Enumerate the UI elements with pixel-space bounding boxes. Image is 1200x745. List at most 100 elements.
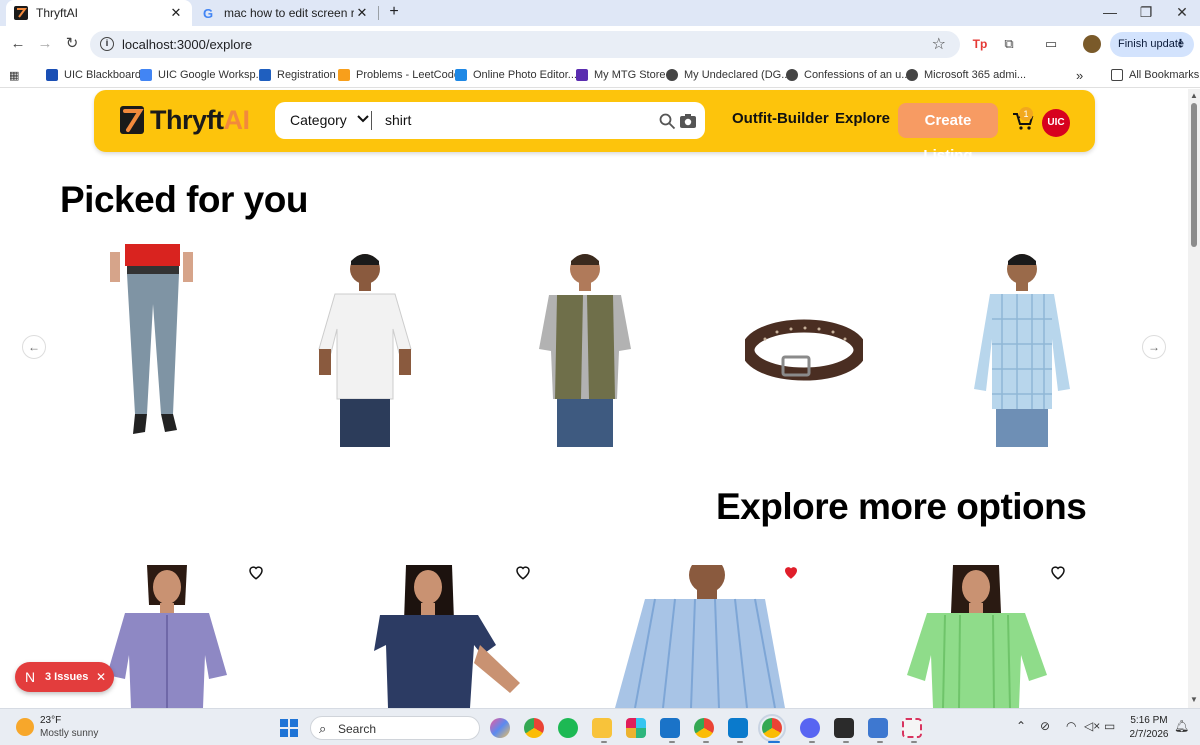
tab-thryftai[interactable]: ThryftAI ✕: [6, 0, 192, 26]
new-tab-button[interactable]: +: [384, 2, 404, 24]
tab-google-search[interactable]: G mac how to edit screen recordi ✕: [194, 0, 378, 26]
tray-overflow-icon[interactable]: ⌃: [1016, 719, 1026, 733]
nav-explore[interactable]: Explore: [835, 110, 890, 127]
carousel-next-button[interactable]: →: [1142, 335, 1166, 359]
tab-title: ThryftAI: [36, 6, 79, 20]
globe-icon: [786, 69, 798, 81]
explore-item-green-striped-shirt[interactable]: [905, 565, 1050, 708]
heart-filled-icon[interactable]: [782, 563, 800, 581]
explore-item-blue-striped-shirt[interactable]: [615, 565, 785, 708]
picked-for-you-heading: Picked for you: [60, 179, 308, 220]
camera-icon[interactable]: [679, 112, 697, 130]
search-icon[interactable]: [658, 112, 676, 130]
bookmark-my-undeclared[interactable]: My Undeclared (DG...: [666, 67, 790, 83]
site-header: ThryftAI Category shirt Outfit-Builder E…: [94, 90, 1095, 164]
weather-sun-icon[interactable]: [16, 718, 34, 736]
search-input[interactable]: shirt: [385, 112, 411, 128]
battery-icon[interactable]: ▭: [1104, 719, 1115, 733]
heart-icon[interactable]: [1049, 563, 1067, 581]
all-bookmarks-button[interactable]: All Bookmarks: [1111, 67, 1199, 83]
bookmark-microsoft-365[interactable]: Microsoft 365 admi...: [906, 67, 1026, 83]
bookmark-photo-editor[interactable]: Online Photo Editor...: [455, 67, 577, 83]
picked-item-white-shirt[interactable]: [315, 249, 415, 447]
bookmarks-bar: ▦ UIC Blackboard UIC Google Worksp... Re…: [0, 62, 1200, 88]
reading-list-icon[interactable]: ▭: [1042, 35, 1060, 53]
forward-icon[interactable]: →: [35, 34, 55, 54]
taskbar-search-box[interactable]: ⌕ Search: [310, 716, 480, 740]
chrome-active-icon[interactable]: [758, 714, 786, 742]
explore-item-lavender-blouse[interactable]: [105, 565, 230, 708]
bookmark-mtg-store[interactable]: My MTG Store: [576, 67, 666, 83]
close-window-icon[interactable]: ✕: [1164, 0, 1200, 26]
spotify-icon[interactable]: [558, 718, 578, 738]
page-scrollbar[interactable]: ▲ ▼: [1188, 89, 1200, 708]
browser-menu-icon[interactable]: ⋮: [1175, 32, 1186, 57]
picked-item-olive-vest[interactable]: [535, 249, 635, 447]
copilot-icon[interactable]: [490, 718, 510, 738]
picked-item-plaid-shirt[interactable]: [972, 249, 1072, 447]
address-bar[interactable]: i localhost:3000/explore ☆: [90, 31, 960, 58]
bookmark-uic-blackboard[interactable]: UIC Blackboard: [46, 67, 141, 83]
extensions-puzzle-icon[interactable]: ⧉: [1000, 35, 1018, 53]
extension-tp-icon[interactable]: Tp: [971, 35, 989, 53]
heart-icon[interactable]: [247, 563, 265, 581]
bookmark-confessions[interactable]: Confessions of an u...: [786, 67, 910, 83]
reload-icon[interactable]: ↻: [62, 34, 82, 54]
terminal-icon[interactable]: [834, 718, 854, 738]
user-avatar[interactable]: UIC: [1042, 109, 1070, 137]
bookmark-star-icon[interactable]: ☆: [932, 34, 946, 54]
nav-outfit-builder[interactable]: Outfit-Builder: [732, 110, 829, 127]
weather-description[interactable]: Mostly sunny: [40, 728, 98, 739]
minimize-window-icon[interactable]: —: [1092, 0, 1128, 26]
profile-avatar-icon[interactable]: [1083, 35, 1101, 53]
volume-muted-icon[interactable]: ◁×: [1084, 719, 1100, 733]
dev-issues-badge[interactable]: N 3 Issues ✕: [15, 662, 114, 692]
scrollbar-thumb[interactable]: [1191, 103, 1197, 247]
windows-start-icon[interactable]: [280, 719, 298, 737]
carousel-prev-button[interactable]: ←: [22, 335, 46, 359]
picked-item-belt[interactable]: [745, 319, 863, 381]
close-tab-icon[interactable]: ✕: [168, 5, 184, 21]
bookmark-uic-google-workspace[interactable]: UIC Google Worksp...: [140, 67, 265, 83]
scroll-down-icon[interactable]: ▼: [1190, 695, 1198, 704]
running-indicator: [911, 741, 917, 743]
file-explorer-icon[interactable]: [592, 718, 612, 738]
chrome-profile-icon[interactable]: [694, 718, 714, 738]
chrome-icon[interactable]: [524, 718, 544, 738]
back-icon[interactable]: ←: [8, 34, 28, 54]
vscode-icon[interactable]: [728, 718, 748, 738]
running-indicator: [703, 741, 709, 743]
weather-temperature[interactable]: 23°F: [40, 715, 61, 726]
create-listing-button[interactable]: Create Listing: [898, 103, 998, 164]
system-clock[interactable]: 5:16 PM 2/7/2026: [1128, 714, 1170, 742]
notepad-icon[interactable]: [868, 718, 888, 738]
page-viewport: ThryftAI Category shirt Outfit-Builder E…: [0, 89, 1188, 708]
discord-icon[interactable]: [800, 718, 820, 738]
restore-window-icon[interactable]: ❐: [1128, 0, 1164, 26]
slack-icon[interactable]: [626, 718, 646, 738]
close-tab-icon[interactable]: ✕: [354, 5, 370, 21]
taskbar-search-placeholder: Search: [338, 722, 377, 736]
heart-icon[interactable]: [514, 563, 532, 581]
outlook-icon[interactable]: [660, 718, 680, 738]
category-dropdown[interactable]: Category: [290, 112, 369, 128]
scroll-up-icon[interactable]: ▲: [1190, 91, 1198, 100]
issues-label: 3 Issues: [45, 671, 89, 683]
security-icon[interactable]: ⊘: [1040, 719, 1050, 733]
site-info-icon[interactable]: i: [100, 37, 114, 51]
apps-grid-icon[interactable]: ▦: [9, 67, 19, 83]
bookmarks-overflow-button[interactable]: »: [1076, 67, 1083, 83]
snipping-tool-icon[interactable]: [902, 718, 922, 738]
running-indicator: [768, 741, 780, 743]
search-icon: ⌕: [319, 721, 327, 736]
finish-update-button[interactable]: Finish update ⋮: [1110, 32, 1194, 57]
site-logo[interactable]: ThryftAI: [118, 100, 250, 140]
bookmark-registration[interactable]: Registration: [259, 67, 336, 83]
bookmark-leetcode[interactable]: Problems - LeetCode: [338, 67, 460, 83]
notifications-icon[interactable]: 🔔︎: [1174, 719, 1189, 733]
chevron-down-icon: [357, 114, 369, 126]
close-icon[interactable]: ✕: [96, 670, 114, 684]
explore-item-navy-top[interactable]: [370, 565, 532, 708]
picked-item-jeans[interactable]: [105, 244, 195, 439]
wifi-icon[interactable]: ◠: [1066, 719, 1076, 733]
